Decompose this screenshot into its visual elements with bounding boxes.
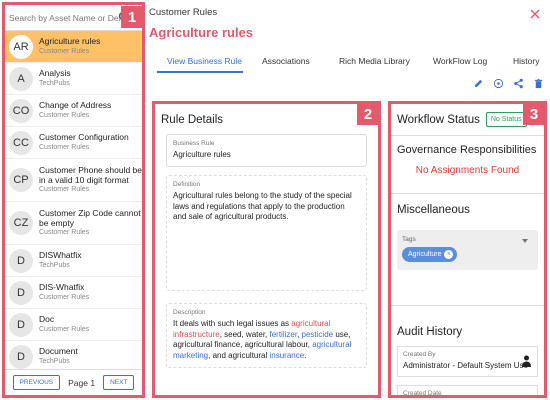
action-toolbar — [473, 78, 544, 89]
item-name: Analysis — [39, 68, 71, 79]
tag-chip[interactable]: Agriculture × — [402, 247, 458, 262]
governance-heading: Governance Responsibilities — [397, 144, 537, 156]
item-category: TechPubs — [39, 79, 70, 87]
field-value: Agriculture rules — [173, 150, 231, 159]
item-category: Customer Rules — [39, 47, 90, 55]
item-category: Customer Rules — [39, 229, 90, 236]
page-title: Agriculture rules — [149, 25, 254, 40]
definition-field[interactable]: Definition Agricultural rules belong to … — [166, 174, 367, 291]
active-tab-indicator — [157, 71, 243, 73]
list-item[interactable]: D DIS-Whatfix Customer Rules — [5, 277, 142, 309]
rule-details-panel: 2 Rule Details Business Rule Agriculture… — [152, 101, 381, 398]
app-root: Search by Asset Name or Definition 1 AR … — [0, 0, 550, 400]
section-badge-2: 2 — [357, 104, 378, 125]
previous-button[interactable]: PREVIOUS — [12, 375, 61, 390]
item-category: Customer Rules — [39, 325, 90, 333]
created-date-field: Created Date — [397, 384, 538, 397]
status-badge: No Status — [485, 112, 527, 127]
miscellaneous-heading: Miscellaneous — [397, 204, 470, 216]
link-fertilizer[interactable]: fertilizer — [270, 330, 298, 339]
close-icon[interactable] — [530, 9, 540, 19]
created-by-field: Created By Administrator - Default Syste… — [397, 346, 538, 377]
avatar: D — [9, 280, 33, 305]
list-item[interactable]: CZ Customer Zip Code cannot be empty Cust… — [5, 202, 142, 245]
tab-view-business-rule[interactable]: View Business Rule — [167, 56, 242, 66]
share-icon[interactable] — [513, 78, 524, 89]
delete-icon[interactable] — [533, 78, 544, 89]
audit-history-heading: Audit History — [397, 326, 463, 338]
tab-bar: View Business Rule Associations Rich Med… — [149, 52, 544, 76]
tab-associations[interactable]: Associations — [262, 56, 310, 66]
link-pesticide[interactable]: pesticide — [302, 330, 334, 339]
field-label: Definition — [173, 180, 201, 188]
asset-list-panel: Search by Asset Name or Definition 1 AR … — [2, 2, 145, 398]
workflow-status-heading: Workflow Status — [397, 113, 480, 126]
item-name: Customer Zip Code cannot be empty — [39, 208, 141, 228]
list-item[interactable]: A Analysis TechPubs — [5, 63, 142, 95]
item-name: Agriculture rules — [39, 36, 101, 47]
item-name: Customer Phone should be in a valid 10 d… — [39, 165, 143, 185]
tab-workflow-log[interactable]: WorkFlow Log — [433, 56, 487, 66]
avatar: D — [9, 248, 33, 273]
avatar: A — [9, 66, 33, 91]
field-label: Created By — [403, 351, 436, 358]
item-category: Customer Rules — [39, 293, 90, 301]
remove-tag-icon[interactable]: × — [444, 250, 454, 259]
list-item[interactable]: AR Agriculture rules Customer Rules — [5, 31, 142, 63]
list-item[interactable]: D Doc Customer Rules — [5, 309, 142, 341]
page-label: Page 1 — [68, 377, 96, 388]
share-network-icon[interactable] — [493, 78, 504, 89]
tab-rich-media-library[interactable]: Rich Media Library — [339, 56, 410, 66]
asset-list: AR Agriculture rules Customer Rules A Ana… — [5, 31, 142, 373]
tag-label: Agriculture — [408, 251, 442, 258]
field-value: It deals with such legal issues as agric… — [173, 318, 352, 361]
rule-details-heading: Rule Details — [161, 114, 223, 126]
no-assignments-message: No Assignments Found — [415, 165, 520, 176]
field-value: Administrator - Default System Use — [403, 361, 528, 370]
field-label: Business Rule — [173, 140, 215, 147]
avatar: D — [9, 312, 33, 337]
avatar: CZ — [9, 211, 33, 235]
business-rule-field[interactable]: Business Rule Agriculture rules — [166, 134, 367, 167]
item-category: Customer Rules — [39, 111, 90, 119]
item-name: Document — [39, 346, 78, 357]
field-label: Description — [173, 308, 206, 316]
list-item[interactable]: CP Customer Phone should be in a valid 1… — [5, 159, 142, 202]
tags-label: Tags — [402, 236, 416, 243]
avatar: AR — [9, 34, 33, 59]
list-item[interactable]: CC Customer Configuration Customer Rules — [5, 127, 142, 159]
field-value: Agricultural rules belong to the study o… — [173, 190, 352, 222]
edit-icon[interactable] — [473, 78, 484, 89]
list-item[interactable]: D DISWhatfix TechPubs — [5, 245, 142, 277]
description-field[interactable]: Description It deals with such legal iss… — [166, 302, 367, 368]
item-name: DISWhatfix — [39, 250, 82, 261]
section-badge-1: 1 — [121, 6, 142, 28]
breadcrumb[interactable]: Customer Rules — [149, 7, 217, 18]
avatar: D — [9, 344, 33, 369]
tab-history[interactable]: History — [513, 56, 539, 66]
item-name: Customer Configuration — [39, 132, 129, 143]
chevron-down-icon[interactable] — [522, 239, 528, 243]
item-name: Change of Address — [39, 100, 112, 111]
pagination: PREVIOUS Page 1 NEXT — [5, 369, 142, 395]
avatar: CP — [9, 168, 33, 192]
tags-field[interactable]: Tags Agriculture × — [397, 230, 538, 270]
list-item[interactable]: CO Change of Address Customer Rules — [5, 95, 142, 127]
avatar: CC — [9, 130, 33, 155]
avatar: CO — [9, 98, 33, 123]
item-category: Customer Rules — [39, 186, 90, 193]
section-badge-3: 3 — [523, 104, 544, 125]
next-button[interactable]: NEXT — [103, 375, 135, 390]
person-icon — [522, 355, 531, 367]
item-category: TechPubs — [39, 261, 70, 269]
item-name: DIS-Whatfix — [39, 282, 85, 293]
item-category: TechPubs — [39, 357, 70, 365]
field-label: Created Date — [403, 389, 442, 397]
item-category: Customer Rules — [39, 143, 90, 151]
link-insurance[interactable]: insurance — [270, 351, 305, 360]
item-name: Doc — [39, 314, 55, 325]
workflow-panel: 3 Workflow Status No Status Governance R… — [388, 101, 547, 398]
